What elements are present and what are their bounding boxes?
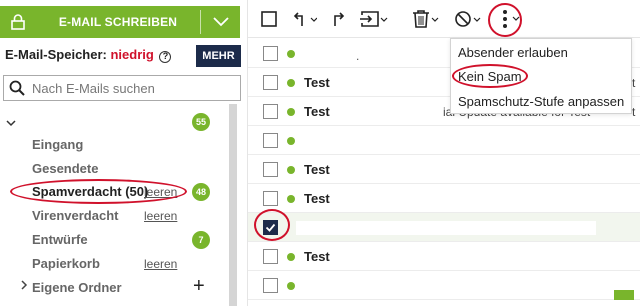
unread-dot (287, 50, 295, 58)
trash-icon[interactable] (412, 9, 440, 29)
move-icon[interactable] (360, 9, 388, 29)
unread-dot (287, 253, 295, 261)
empty-virus-link[interactable]: leeren (144, 206, 177, 226)
select-all-checkbox-icon[interactable] (261, 9, 277, 29)
mailbox-unread-badge: 55 (192, 113, 210, 131)
message-row[interactable]: Test (248, 155, 640, 184)
folder-spam[interactable]: Spamverdacht (50) (32, 182, 148, 202)
reply-icon[interactable] (293, 9, 317, 29)
folder-custom[interactable]: Eigene Ordner (32, 278, 122, 298)
message-row[interactable] (248, 271, 640, 300)
folder-sent[interactable]: Gesendete (32, 159, 98, 179)
row-fragment-mark: . (356, 49, 360, 63)
compose-label[interactable]: E-MAIL SCHREIBEN (36, 6, 200, 38)
unread-dot (287, 166, 295, 174)
info-icon[interactable]: ? (159, 51, 172, 63)
folder-virus[interactable]: Virenverdacht (32, 206, 118, 226)
chevron-down-icon[interactable] (6, 116, 16, 130)
message-subject: Test (304, 191, 330, 206)
compose-button[interactable]: E-MAIL SCHREIBEN (0, 6, 240, 38)
storage-indicator: E-Mail-Speicher: niedrig ? (5, 47, 172, 63)
row-checkbox-checked[interactable] (263, 220, 278, 235)
sidebar-scrollbar[interactable] (229, 104, 237, 306)
toolbar (248, 0, 640, 38)
row-checkbox[interactable] (263, 46, 278, 61)
chevron-right-icon[interactable] (20, 279, 28, 293)
menu-item-allow-sender[interactable]: Absender erlauben (458, 45, 568, 60)
message-subject: Test (304, 249, 330, 264)
row-preview-fragment-end: t (632, 105, 636, 119)
storage-label: E-Mail-Speicher: (5, 47, 107, 62)
search-box (3, 75, 241, 101)
message-row[interactable] (248, 126, 640, 155)
row-checkbox[interactable] (263, 249, 278, 264)
menu-item-spam-level[interactable]: Spamschutz-Stufe anpassen (458, 94, 624, 109)
forward-icon[interactable] (332, 9, 346, 29)
empty-trash-link[interactable]: leeren (144, 254, 177, 274)
lock-icon (0, 6, 36, 38)
row-checkbox[interactable] (263, 75, 278, 90)
message-row-selected[interactable] (248, 213, 640, 242)
unread-dot (287, 79, 295, 87)
row-checkbox[interactable] (263, 133, 278, 148)
folder-drafts[interactable]: Entwürfe (32, 230, 88, 250)
drafts-unread-badge: 7 (192, 231, 210, 249)
storage-level: niedrig (110, 47, 154, 62)
folder-inbox[interactable]: Eingang (32, 135, 83, 155)
message-subject: Test (304, 104, 330, 119)
unread-dot (287, 282, 295, 290)
unread-dot (287, 108, 295, 116)
message-row[interactable]: Test (248, 242, 640, 271)
more-actions-menu: Absender erlauben Kein Spam Spamschutz-S… (450, 38, 632, 114)
chevron-down-icon[interactable] (201, 6, 240, 38)
chevron-down-icon[interactable] (512, 9, 520, 29)
search-input[interactable] (32, 78, 232, 98)
sidebar: E-MAIL SCHREIBEN E-Mail-Speicher: niedri… (0, 0, 247, 306)
message-row[interactable]: Test (248, 184, 640, 213)
folder-trash[interactable]: Papierkorb (32, 254, 100, 274)
add-folder-icon[interactable]: + (193, 276, 205, 296)
empty-spam-link[interactable]: leeren (144, 182, 177, 202)
row-checkbox[interactable] (263, 162, 278, 177)
unread-dot (287, 195, 295, 203)
search-icon[interactable] (9, 80, 25, 99)
row-content (296, 221, 596, 235)
spam-unread-badge: 48 (192, 183, 210, 201)
menu-item-not-spam[interactable]: Kein Spam (458, 69, 522, 84)
unread-dot (287, 137, 295, 145)
row-checkbox[interactable] (263, 191, 278, 206)
status-indicator (614, 290, 634, 300)
message-subject: Test (304, 75, 330, 90)
row-checkbox[interactable] (263, 278, 278, 293)
row-checkbox[interactable] (263, 104, 278, 119)
message-subject: Test (304, 162, 330, 177)
block-icon[interactable] (454, 9, 482, 29)
more-button[interactable]: MEHR (196, 45, 241, 67)
row-preview-fragment: t (632, 76, 636, 90)
more-vertical-icon[interactable] (500, 9, 510, 29)
